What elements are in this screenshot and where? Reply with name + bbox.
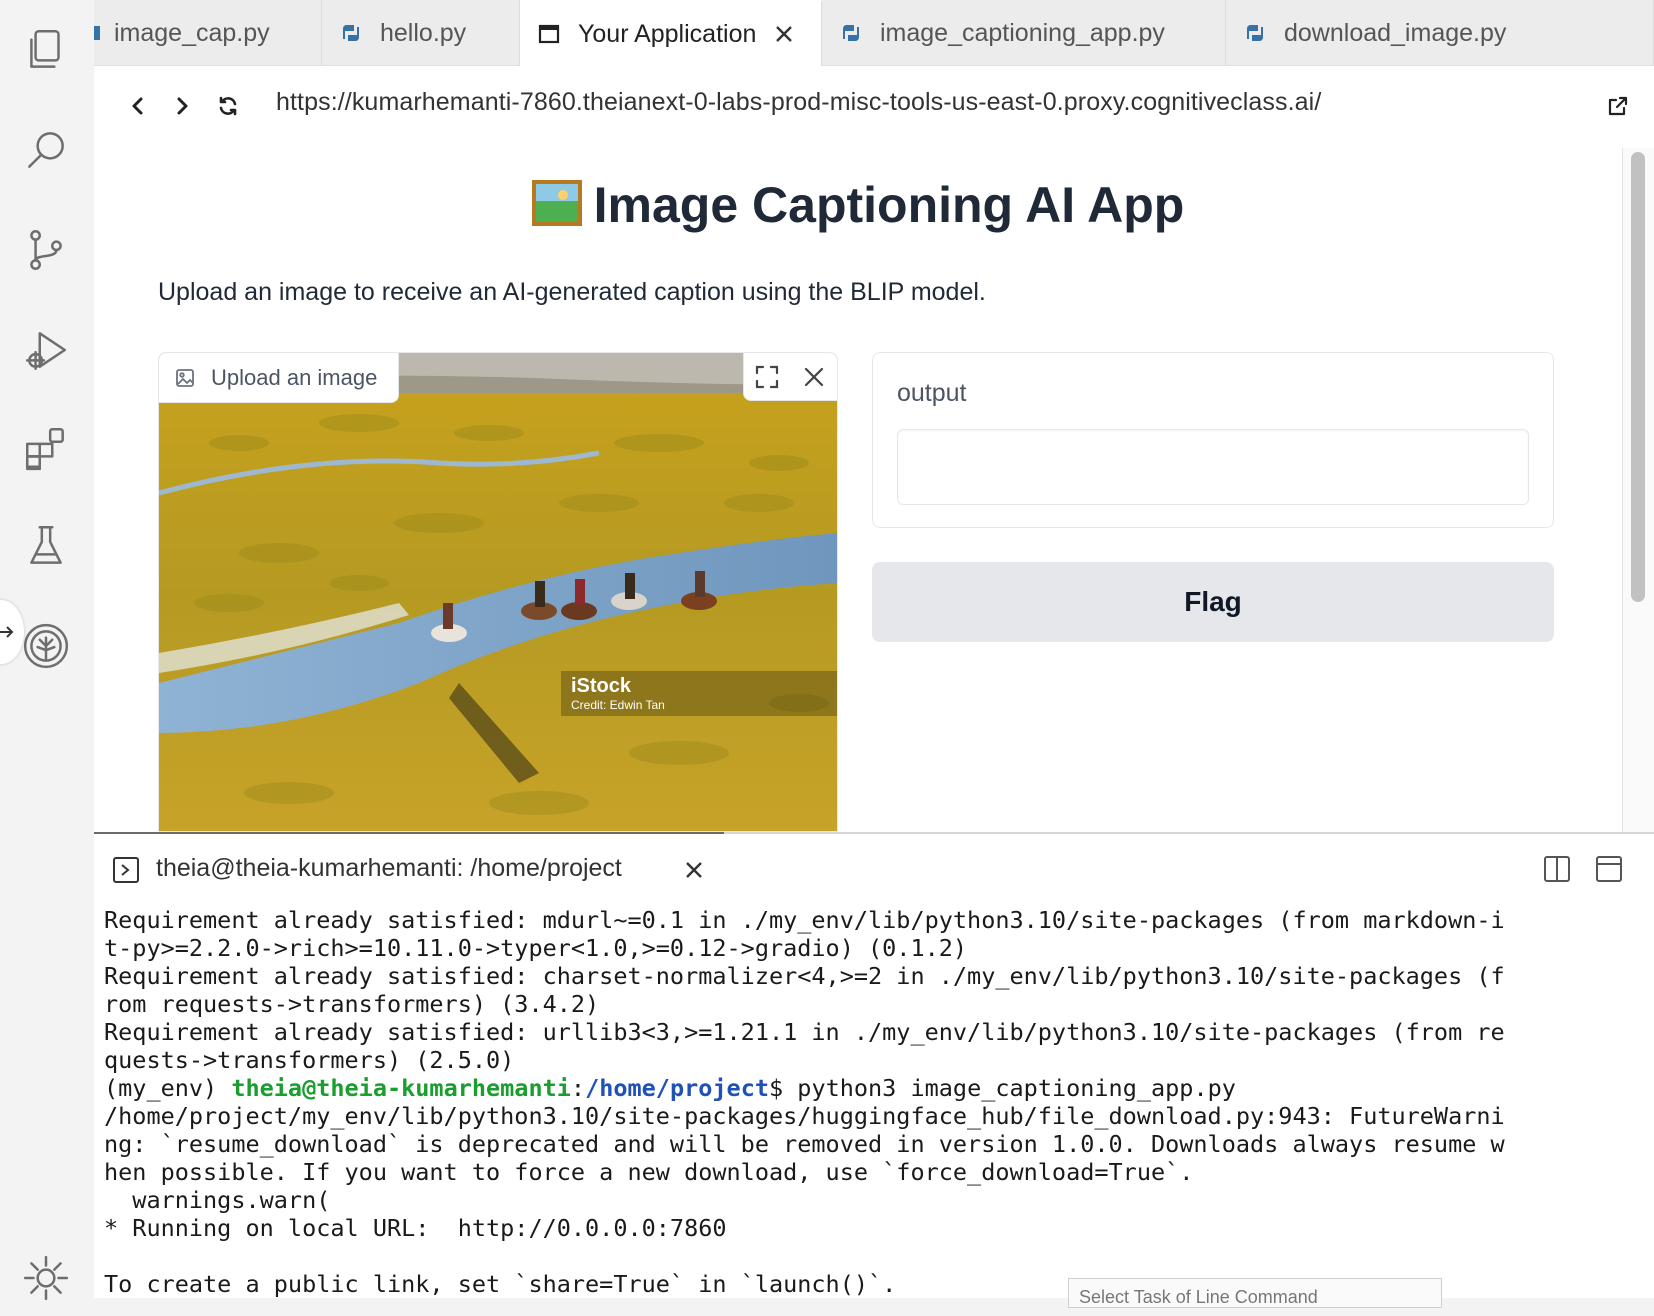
terminal-line: * Running on local URL: http://0.0.0.0:7… bbox=[104, 1214, 727, 1242]
terminal-line: Requirement already satisfied: urllib3<3… bbox=[104, 1018, 1505, 1046]
terminal-line: t-py>=2.2.0->rich>=10.11.0->typer<1.0,>=… bbox=[104, 934, 968, 962]
tree-icon[interactable] bbox=[18, 618, 74, 674]
tab-your-application[interactable]: Your Application bbox=[520, 0, 822, 66]
page-title: Image Captioning AI App bbox=[94, 176, 1622, 234]
source-control-icon[interactable] bbox=[18, 222, 74, 278]
python-icon bbox=[840, 22, 862, 44]
output-panel: output bbox=[872, 352, 1554, 528]
terminal-line: quests->transformers) (2.5.0) bbox=[104, 1046, 515, 1074]
upload-image-label[interactable]: Upload an image bbox=[159, 353, 399, 403]
extensions-icon[interactable] bbox=[18, 420, 74, 476]
terminal-line: Requirement already satisfied: mdurl~=0.… bbox=[104, 906, 1505, 934]
clear-image-icon[interactable] bbox=[801, 364, 827, 390]
external-link-icon bbox=[1608, 96, 1628, 116]
prompt-user: theia@theia-kumarhemanti bbox=[231, 1074, 571, 1102]
run-debug-icon[interactable] bbox=[18, 322, 74, 378]
tab-label: image_cap.py bbox=[114, 18, 270, 47]
terminal-prompt-line: (my_env) theia@theia-kumarhemanti:/home/… bbox=[104, 1074, 1644, 1102]
chevron-right-icon bbox=[177, 97, 188, 115]
close-icon[interactable] bbox=[774, 24, 794, 44]
browser-toolbar: https://kumarhemanti-7860.theianext-0-la… bbox=[94, 66, 1654, 148]
terminal-output[interactable]: Requirement already satisfied: mdurl~=0.… bbox=[94, 902, 1654, 1298]
preview-scrollbar[interactable] bbox=[1622, 148, 1654, 832]
terminal-line: /home/project/my_env/lib/python3.10/site… bbox=[104, 1102, 1505, 1130]
tab-image-captioning-app[interactable]: image_captioning_app.py bbox=[822, 0, 1226, 66]
terminal-line: warnings.warn( bbox=[104, 1186, 331, 1214]
close-icon[interactable] bbox=[684, 860, 704, 880]
prompt-env: (my_env) bbox=[104, 1074, 232, 1102]
fullscreen-icon[interactable] bbox=[754, 364, 780, 390]
terminal-line: ng: `resume_download` is deprecated and … bbox=[104, 1130, 1505, 1158]
tab-download-image[interactable]: download_image.py bbox=[1226, 0, 1654, 66]
arrow-right-icon bbox=[0, 626, 14, 638]
window-icon bbox=[538, 23, 560, 45]
editor-tab-bar: image_cap.py hello.py Your Application i… bbox=[94, 0, 1654, 66]
reload-button[interactable] bbox=[212, 90, 244, 122]
maximize-panel-icon[interactable] bbox=[1594, 854, 1624, 884]
python-icon bbox=[94, 26, 100, 40]
back-button[interactable] bbox=[122, 90, 154, 122]
prompt-separator: : bbox=[570, 1074, 586, 1102]
app-description: Upload an image to receive an AI-generat… bbox=[158, 278, 986, 306]
tab-label: download_image.py bbox=[1284, 18, 1507, 47]
flask-icon[interactable] bbox=[18, 518, 74, 574]
uploaded-image bbox=[159, 353, 837, 831]
refresh-icon bbox=[219, 96, 237, 116]
image-upload-panel[interactable]: Upload an image iStock Credit: Edwin Tan bbox=[158, 352, 838, 832]
tab-label: image_captioning_app.py bbox=[880, 18, 1165, 47]
activity-bar bbox=[0, 0, 94, 1301]
terminal-title[interactable]: theia@theia-kumarhemanti: /home/project bbox=[156, 854, 622, 883]
application-preview: Image Captioning AI App Upload an image … bbox=[94, 148, 1622, 832]
output-textbox[interactable] bbox=[897, 429, 1529, 505]
python-icon bbox=[340, 22, 362, 44]
tab-label: hello.py bbox=[380, 18, 467, 47]
framed-picture-icon bbox=[531, 180, 582, 226]
forward-button[interactable] bbox=[166, 90, 198, 122]
terminal-command-popup[interactable]: Select Task of Line Command bbox=[1068, 1278, 1442, 1308]
chevron-left-icon bbox=[132, 97, 143, 115]
terminal-tab-bar: theia@theia-kumarhemanti: /home/project bbox=[94, 832, 1654, 902]
terminal-line: hen possible. If you want to force a new… bbox=[104, 1158, 1194, 1186]
tab-hello[interactable]: hello.py bbox=[322, 0, 520, 66]
image-icon bbox=[176, 368, 194, 387]
image-actions bbox=[743, 353, 837, 401]
search-icon[interactable] bbox=[18, 122, 74, 178]
image-watermark: iStock Credit: Edwin Tan bbox=[561, 671, 837, 716]
open-external-button[interactable] bbox=[1602, 90, 1634, 122]
terminal-line: Requirement already satisfied: charset-n… bbox=[104, 962, 1505, 990]
prompt-command: $ python3 image_captioning_app.py bbox=[769, 1074, 1236, 1102]
scrollbar-thumb[interactable] bbox=[1631, 152, 1645, 602]
files-icon[interactable] bbox=[18, 22, 74, 78]
output-label: output bbox=[897, 379, 967, 407]
url-bar[interactable]: https://kumarhemanti-7860.theianext-0-la… bbox=[276, 88, 1321, 117]
active-tab-indicator bbox=[94, 832, 724, 834]
split-terminal-icon[interactable] bbox=[1542, 854, 1572, 884]
flag-button[interactable]: Flag bbox=[872, 562, 1554, 642]
prompt-path: /home/project bbox=[585, 1074, 769, 1102]
terminal-line: rom requests->transformers) (3.4.2) bbox=[104, 990, 600, 1018]
python-icon bbox=[1244, 22, 1266, 44]
terminal-icon bbox=[112, 856, 140, 884]
tab-image-cap[interactable]: image_cap.py bbox=[94, 0, 322, 66]
tab-label: Your Application bbox=[578, 19, 757, 48]
